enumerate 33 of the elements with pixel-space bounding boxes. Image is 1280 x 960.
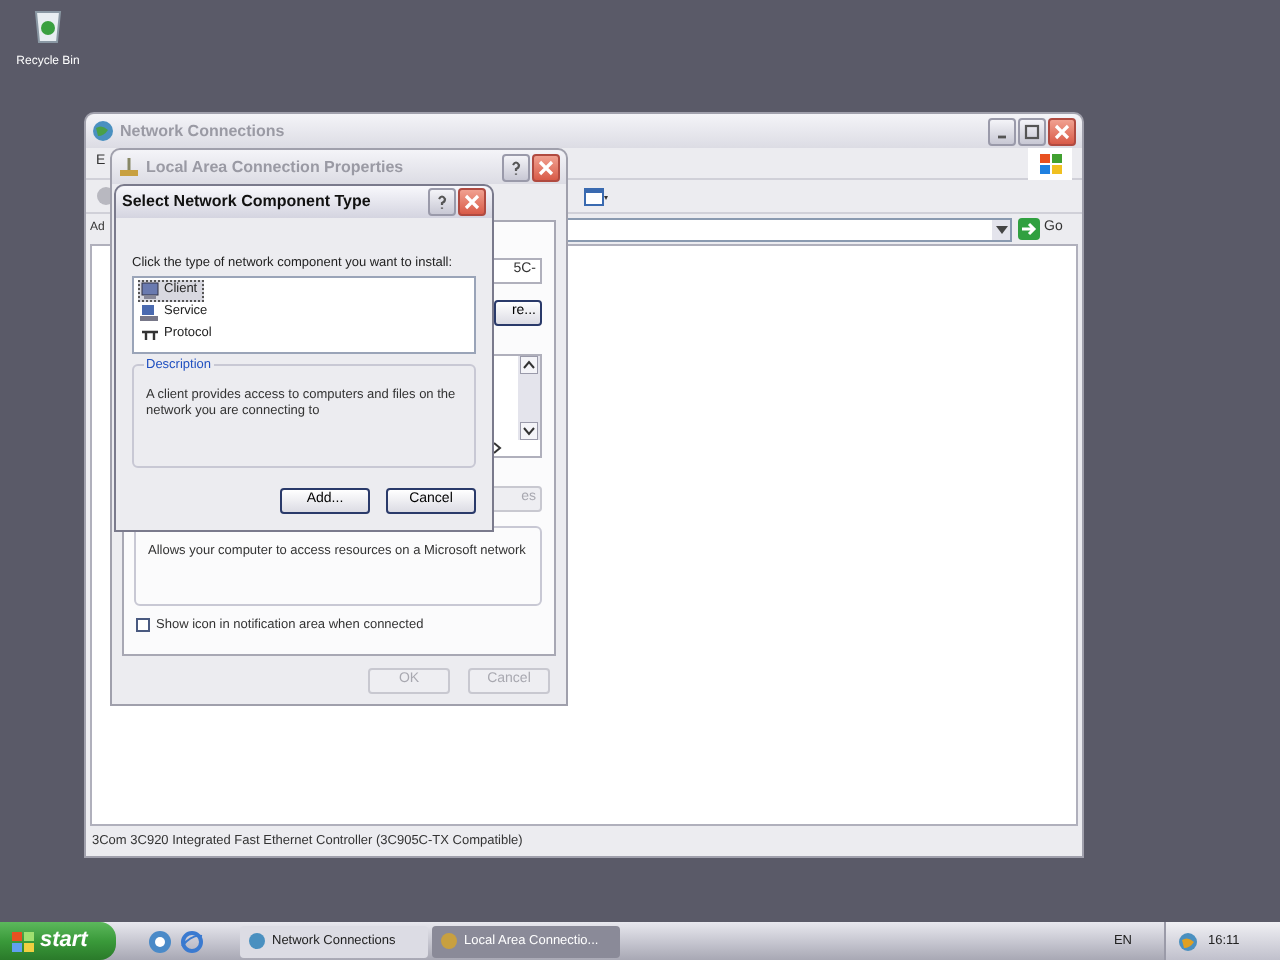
help-button[interactable] bbox=[502, 153, 530, 181]
network-tray-icon[interactable] bbox=[1178, 931, 1198, 951]
scroll-down-button[interactable] bbox=[520, 422, 538, 440]
server-icon bbox=[140, 303, 160, 322]
network-cable-icon bbox=[140, 325, 160, 344]
close-icon bbox=[538, 159, 554, 175]
computer-icon bbox=[140, 281, 160, 300]
checkbox[interactable] bbox=[136, 618, 150, 633]
maximize-button[interactable] bbox=[1018, 117, 1046, 145]
vertical-scrollbar[interactable] bbox=[518, 356, 540, 440]
help-icon bbox=[434, 194, 450, 210]
window-title: Network Connections bbox=[120, 119, 285, 143]
minimize-button[interactable] bbox=[988, 117, 1016, 145]
close-button[interactable] bbox=[532, 153, 560, 181]
scroll-right-icon[interactable] bbox=[488, 440, 506, 456]
windows-logo bbox=[1028, 147, 1072, 179]
close-button[interactable] bbox=[1048, 117, 1076, 145]
browser-icon[interactable] bbox=[180, 929, 204, 953]
close-icon bbox=[464, 194, 480, 210]
help-icon bbox=[508, 159, 524, 175]
maximize-icon bbox=[1024, 123, 1040, 139]
start-button[interactable]: start bbox=[0, 922, 116, 960]
help-button[interactable] bbox=[428, 188, 456, 216]
dropdown-arrow-icon bbox=[995, 225, 1007, 233]
close-button[interactable] bbox=[458, 188, 486, 216]
windows-logo-icon bbox=[12, 931, 34, 951]
network-icon bbox=[118, 156, 140, 178]
close-icon bbox=[1054, 123, 1070, 139]
window-title: Local Area Connection Properties bbox=[146, 155, 404, 179]
scroll-up-button[interactable] bbox=[520, 356, 538, 374]
globe-icon bbox=[92, 120, 114, 142]
views-icon[interactable] bbox=[584, 187, 608, 205]
dialog-title: Select Network Component Type bbox=[122, 190, 371, 214]
